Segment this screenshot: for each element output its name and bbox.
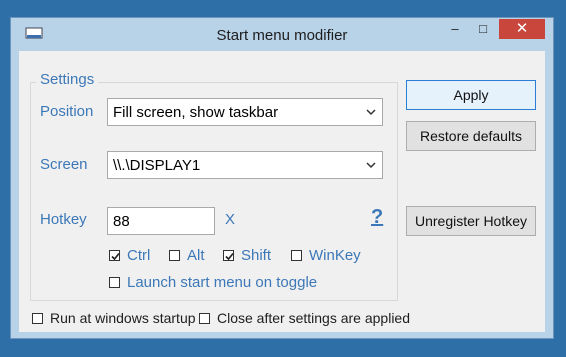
run-at-startup-checkbox[interactable]: Run at windows startup	[32, 310, 196, 326]
chevron-down-icon	[366, 162, 376, 169]
checkbox-box[interactable]	[32, 312, 43, 324]
hotkey-x-label: X	[225, 211, 236, 228]
apply-button[interactable]: Apply	[406, 80, 536, 110]
checkbox-box[interactable]	[109, 250, 120, 261]
client-area: Settings Position Fill screen, show task…	[19, 51, 545, 332]
shift-label: Shift	[241, 247, 272, 264]
alt-label: Alt	[187, 247, 205, 264]
checkbox-box[interactable]	[109, 277, 120, 288]
launch-on-toggle-checkbox[interactable]: Launch start menu on toggle	[109, 274, 317, 291]
shift-checkbox[interactable]: Shift	[223, 247, 271, 264]
close-button[interactable]: ✕	[499, 19, 545, 39]
minimize-button[interactable]: –	[443, 19, 467, 39]
position-select[interactable]: Fill screen, show taskbar	[107, 98, 383, 126]
winkey-checkbox[interactable]: WinKey	[291, 247, 361, 264]
close-after-apply-checkbox[interactable]: Close after settings are applied	[199, 310, 410, 326]
winkey-label: WinKey	[309, 247, 361, 264]
screen-label: Screen	[40, 156, 88, 173]
app-window: Start menu modifier – □ ✕ Settings Posit…	[10, 17, 554, 339]
position-value: Fill screen, show taskbar	[113, 104, 279, 121]
maximize-button[interactable]: □	[471, 19, 495, 39]
checkbox-box[interactable]	[291, 250, 302, 261]
ctrl-label: Ctrl	[127, 247, 151, 264]
screen-select[interactable]: \\.\DISPLAY1	[107, 151, 383, 179]
unregister-hotkey-button[interactable]: Unregister Hotkey	[406, 206, 536, 236]
checkbox-box[interactable]	[223, 250, 234, 261]
checkmark-icon	[111, 252, 120, 261]
ctrl-checkbox[interactable]: Ctrl	[109, 247, 150, 264]
settings-legend: Settings	[36, 71, 99, 88]
help-link[interactable]: ?	[371, 206, 383, 229]
restore-defaults-button[interactable]: Restore defaults	[406, 121, 536, 151]
alt-checkbox[interactable]: Alt	[169, 247, 205, 264]
screen-value: \\.\DISPLAY1	[113, 157, 201, 174]
launch-on-toggle-label: Launch start menu on toggle	[127, 274, 318, 291]
hotkey-label: Hotkey	[40, 211, 87, 228]
title-bar[interactable]: Start menu modifier – □ ✕	[11, 18, 553, 50]
run-at-startup-label: Run at windows startup	[50, 310, 196, 326]
checkbox-box[interactable]	[169, 250, 180, 261]
hotkey-input[interactable]: 88	[107, 207, 215, 235]
close-after-apply-label: Close after settings are applied	[217, 310, 410, 326]
chevron-down-icon	[366, 109, 376, 116]
position-label: Position	[40, 103, 94, 120]
checkbox-box[interactable]	[199, 312, 210, 324]
checkmark-icon	[225, 252, 234, 261]
hotkey-value: 88	[113, 213, 130, 230]
